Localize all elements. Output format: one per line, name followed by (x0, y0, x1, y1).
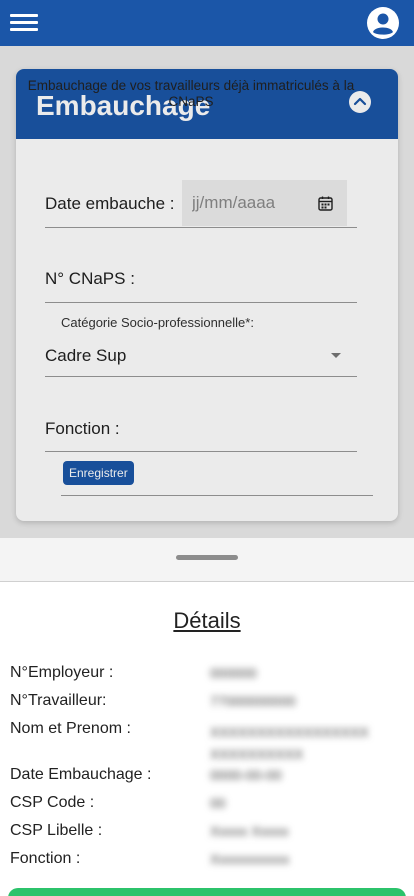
date-embauche-field: Date embauche : (45, 180, 357, 228)
hamburger-menu-icon[interactable] (10, 13, 38, 33)
detail-label-fonction: Fonction : (10, 850, 81, 867)
detail-label-travailleur: N°Travailleur: (10, 692, 107, 709)
detail-label-csp-libelle: CSP Libelle : (10, 822, 103, 839)
csp-selected-value: Cadre Sup (45, 346, 127, 365)
top-app-bar (0, 0, 414, 46)
bottom-action-bar[interactable] (8, 888, 406, 896)
detail-value-nom-prenom: XXXXXXXXXXXXXXXXX XXXXXXXXXX (210, 724, 369, 762)
detail-value-fonction: Xxxxxxxxxxx (210, 851, 290, 867)
detail-value-travailleur: 77000000000 (210, 693, 296, 709)
detail-label-nom-prenom: Nom et Prenom : (10, 720, 131, 737)
fonction-field: Fonction : (45, 405, 357, 452)
calendar-icon[interactable] (318, 196, 333, 211)
detail-label-csp-code: CSP Code : (10, 794, 95, 811)
card-subtitle: Embauchage de vos travailleurs déjà imma… (27, 78, 355, 109)
fonction-label: Fonction : (45, 419, 120, 438)
account-circle-icon[interactable] (367, 7, 399, 39)
detail-value-employeur: 000000 (210, 665, 257, 681)
details-bottom-sheet: Détails N°Employeur : 000000 N°Travaille… (0, 538, 414, 896)
date-embauche-label: Date embauche : (45, 194, 175, 213)
divider (61, 495, 373, 496)
fonction-input[interactable] (145, 413, 354, 445)
sheet-drag-area[interactable] (0, 538, 414, 582)
save-button[interactable]: Enregistrer (63, 461, 134, 485)
detail-label-date-embauchage: Date Embauchage : (10, 766, 152, 783)
detail-value-csp-libelle: Xxxxx Xxxxx (210, 823, 289, 839)
csp-label: Catégorie Socio-professionnelle*: (61, 315, 254, 330)
cnaps-label: N° CNaPS : (45, 269, 135, 288)
cnaps-field: N° CNaPS : (45, 255, 357, 303)
details-title: Détails (173, 608, 241, 633)
cnaps-input[interactable] (145, 263, 354, 295)
dropdown-arrow-icon (331, 353, 341, 358)
detail-value-date-embauchage: 0000-00-00 (210, 767, 282, 783)
csp-select[interactable]: Cadre Sup (45, 334, 357, 377)
detail-value-csp-code: 00 (210, 795, 226, 811)
drag-handle[interactable] (176, 555, 238, 560)
detail-label-employeur: N°Employeur : (10, 664, 114, 681)
